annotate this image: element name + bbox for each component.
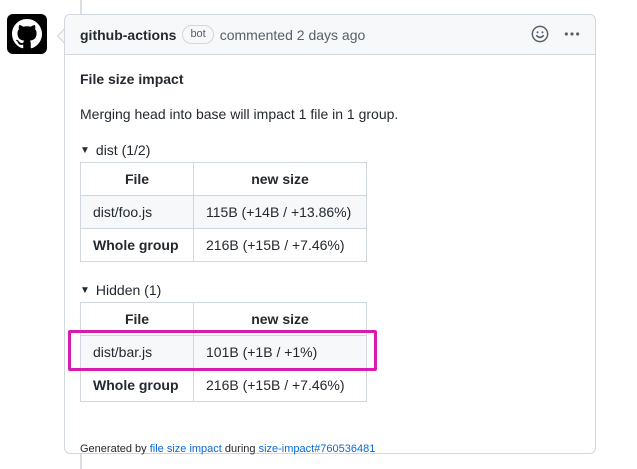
workflow-run-link[interactable]: size-impact#760536481 — [259, 443, 376, 455]
kebab-horizontal-icon[interactable] — [563, 25, 581, 43]
table-header-row: File new size — [80, 162, 367, 196]
github-mark-icon — [12, 19, 42, 49]
comment-actions — [531, 25, 581, 43]
file-size-impact-link[interactable]: file size impact — [150, 443, 222, 455]
group-label: Hidden (1) — [95, 282, 162, 298]
table-row: Whole group 216B (+15B / +7.46%) — [80, 228, 367, 262]
comment-title: File size impact — [80, 71, 184, 87]
size-cell: 216B (+15B / +7.46%) — [193, 228, 367, 262]
group-label: dist (1/2) — [95, 142, 151, 158]
column-header-file: File — [80, 162, 194, 196]
group-toggle-hidden[interactable]: ▼ Hidden (1) — [80, 282, 161, 298]
bot-badge: bot — [182, 25, 214, 44]
group-table-dist: File new size dist/foo.js 115B (+14B / +… — [80, 162, 367, 262]
size-cell: 115B (+14B / +13.86%) — [193, 195, 367, 229]
smiley-icon[interactable] — [531, 25, 549, 43]
table-row: dist/foo.js 115B (+14B / +13.86%) — [80, 195, 367, 229]
footer-middle: during — [224, 443, 256, 455]
group-toggle-dist[interactable]: ▼ dist (1/2) — [80, 142, 150, 158]
triangle-down-icon: ▼ — [80, 284, 90, 296]
footer-prefix: Generated by — [80, 443, 147, 455]
file-cell: Whole group — [80, 368, 194, 402]
comment-timestamp[interactable]: commented 2 days ago — [220, 27, 366, 43]
comment-summary: Merging head into base will impact 1 fil… — [80, 106, 399, 122]
file-cell: Whole group — [80, 228, 194, 262]
github-avatar-icon[interactable] — [7, 14, 47, 54]
triangle-down-icon: ▼ — [80, 144, 90, 156]
table-row: Whole group 216B (+15B / +7.46%) — [80, 368, 367, 402]
file-cell: dist/foo.js — [80, 195, 194, 229]
column-header-new-size: new size — [193, 162, 367, 196]
comment-card: github-actions bot commented 2 days ago … — [64, 14, 596, 455]
highlight-box — [68, 330, 377, 371]
comment-footer: Generated by file size impact during siz… — [80, 443, 375, 455]
size-cell: 216B (+15B / +7.46%) — [193, 368, 367, 402]
comment-header: github-actions bot commented 2 days ago — [65, 15, 595, 55]
comment-author[interactable]: github-actions — [80, 27, 176, 43]
